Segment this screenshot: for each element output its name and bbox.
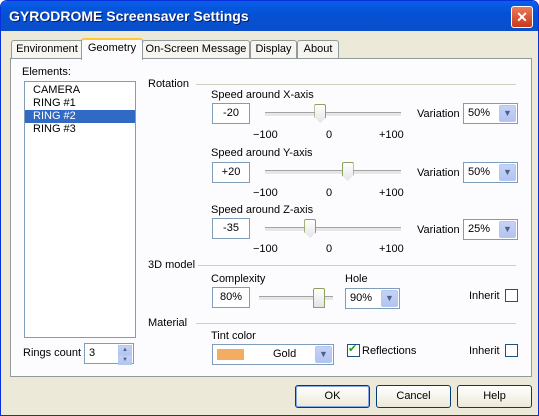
chevron-down-icon[interactable]: ▼ <box>499 221 516 238</box>
material-divider <box>196 323 516 324</box>
y-scale-mid: 0 <box>326 187 333 199</box>
list-item[interactable]: RING #1 <box>25 97 135 110</box>
chevron-down-icon[interactable]: ▼ <box>315 346 332 363</box>
x-variation-select[interactable]: 50% ▼ <box>463 103 518 124</box>
z-speed-value[interactable]: -35 <box>212 218 250 239</box>
cancel-button[interactable]: Cancel <box>376 385 451 408</box>
tint-color-label: Tint color <box>211 330 256 342</box>
x-variation-value: 50% <box>468 107 491 119</box>
y-variation-label: Variation <box>417 167 460 179</box>
spin-down-icon[interactable]: ▼ <box>118 355 132 365</box>
z-scale-max: +100 <box>379 243 404 255</box>
x-speed-track <box>265 112 401 117</box>
hole-value: 90% <box>350 292 373 304</box>
z-variation-label: Variation <box>417 224 460 236</box>
ok-button[interactable]: OK <box>295 385 370 408</box>
tint-color-select[interactable]: Gold ▼ <box>212 344 334 365</box>
spin-up-icon[interactable]: ▲ <box>118 345 132 355</box>
tab-on-screen-message[interactable]: On-Screen Message <box>142 40 250 58</box>
hole-label: Hole <box>345 273 368 285</box>
title-bar[interactable]: GYRODROME Screensaver Settings ✕ <box>1 1 538 31</box>
material-inherit-checkbox[interactable] <box>505 344 518 357</box>
x-speed-label: Speed around X-axis <box>211 89 314 101</box>
list-item[interactable]: CAMERA <box>25 84 135 97</box>
z-scale-min: −100 <box>253 243 278 255</box>
chevron-down-icon[interactable]: ▼ <box>499 164 516 181</box>
list-item-selected[interactable]: RING #2 <box>25 110 135 123</box>
help-button[interactable]: Help <box>457 385 532 408</box>
z-variation-select[interactable]: 25% ▼ <box>463 219 518 240</box>
reflections-checkbox[interactable] <box>347 342 360 357</box>
chevron-down-icon[interactable]: ▼ <box>381 290 398 307</box>
z-scale-mid: 0 <box>326 243 333 255</box>
tint-swatch <box>217 349 244 360</box>
spin-buttons[interactable]: ▲ ▼ <box>118 345 132 365</box>
x-scale-max: +100 <box>379 129 404 141</box>
tab-display[interactable]: Display <box>250 40 297 58</box>
rings-count-value: 3 <box>89 347 96 359</box>
list-item[interactable]: RING #3 <box>25 123 135 136</box>
complexity-value[interactable]: 80% <box>212 287 250 308</box>
hole-select[interactable]: 90% ▼ <box>345 288 400 309</box>
complexity-slider-thumb[interactable] <box>313 288 326 308</box>
window-title: GYRODROME Screensaver Settings <box>9 8 249 24</box>
rings-count-label: Rings count <box>23 347 82 359</box>
geometry-panel: Elements: CAMERA RING #1 RING #2 RING #3… <box>10 58 532 377</box>
z-speed-label: Speed around Z-axis <box>211 204 314 216</box>
z-speed-track <box>265 227 401 232</box>
y-speed-label: Speed around Y-axis <box>211 147 313 159</box>
reflections-label: Reflections <box>362 345 417 357</box>
y-scale-max: +100 <box>379 187 404 199</box>
y-scale-min: −100 <box>253 187 278 199</box>
model-divider <box>198 265 516 266</box>
rings-count-spinner[interactable]: 3 ▲ ▼ <box>84 343 134 365</box>
y-speed-slider-thumb[interactable] <box>341 162 354 181</box>
z-variation-value: 25% <box>468 223 491 235</box>
x-variation-label: Variation <box>417 108 460 120</box>
elements-label: Elements: <box>22 66 71 78</box>
complexity-label: Complexity <box>211 273 266 285</box>
tint-color-value: Gold <box>273 348 297 360</box>
model-group-label: 3D model <box>148 259 196 271</box>
y-speed-track <box>265 170 401 175</box>
x-speed-value[interactable]: -20 <box>212 103 250 124</box>
z-speed-slider-thumb[interactable] <box>304 219 317 238</box>
model-inherit-checkbox[interactable] <box>505 289 518 302</box>
y-variation-value: 50% <box>468 166 491 178</box>
y-speed-value[interactable]: +20 <box>212 162 250 183</box>
material-inherit-label: Inherit <box>469 345 500 357</box>
y-variation-select[interactable]: 50% ▼ <box>463 162 518 183</box>
close-button[interactable]: ✕ <box>511 6 533 28</box>
chevron-down-icon[interactable]: ▼ <box>499 105 516 122</box>
settings-window: GYRODROME Screensaver Settings ✕ Environ… <box>0 0 539 416</box>
tab-geometry[interactable]: Geometry <box>81 38 143 60</box>
model-inherit-label: Inherit <box>469 290 500 302</box>
rotation-divider <box>196 84 516 85</box>
x-scale-mid: 0 <box>326 129 333 141</box>
elements-list[interactable]: CAMERA RING #1 RING #2 RING #3 <box>24 81 136 338</box>
tab-environment[interactable]: Environment <box>11 40 83 58</box>
rotation-group-label: Rotation <box>148 78 189 90</box>
material-group-label: Material <box>148 317 188 329</box>
x-scale-min: −100 <box>253 129 278 141</box>
tab-about[interactable]: About <box>297 40 339 58</box>
x-speed-slider-thumb[interactable] <box>314 104 327 123</box>
